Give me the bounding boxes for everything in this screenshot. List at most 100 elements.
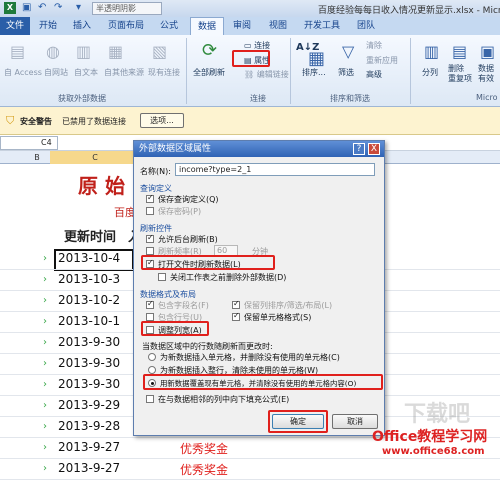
- help-button[interactable]: ?: [353, 143, 365, 155]
- insert-cells-label: 为新数据插入单元格，并删除没有使用的单元格(C): [160, 353, 340, 362]
- dialog-title: 外部数据区域属性: [134, 141, 384, 157]
- insert-cells-radio[interactable]: [148, 353, 156, 361]
- remove-duplicates-button[interactable]: 删除 重复项: [448, 64, 472, 84]
- date-cell[interactable]: 2013-10-3: [58, 272, 120, 286]
- award-cell[interactable]: 优秀奖金: [180, 440, 228, 457]
- fill-down-checkbox[interactable]: [146, 395, 154, 403]
- award-cell[interactable]: 优秀奖金: [180, 461, 228, 478]
- table-row: › 2013-9-27 优秀奖金: [0, 459, 500, 480]
- tab-home[interactable]: 开始: [32, 17, 64, 35]
- redo-icon[interactable]: ↷: [54, 2, 62, 13]
- close-button[interactable]: X: [368, 143, 380, 155]
- sort-button[interactable]: 排序...: [302, 67, 326, 78]
- from-text-button[interactable]: 自文本: [74, 67, 98, 78]
- date-cell[interactable]: 2013-10-1: [58, 314, 120, 328]
- from-access-button[interactable]: 自 Access: [4, 67, 42, 78]
- data-validation-icon: ▣: [480, 42, 496, 61]
- excel-logo-icon: X: [4, 2, 16, 14]
- edit-links-button[interactable]: ⛓ 编辑链接: [244, 69, 289, 80]
- date-cell[interactable]: 2013-9-30: [58, 356, 120, 370]
- save-query-checkbox[interactable]: [146, 193, 154, 203]
- tab-page-layout[interactable]: 页面布局: [102, 17, 150, 35]
- name-label: 名称(N):: [140, 167, 171, 176]
- group-divider: [186, 38, 187, 104]
- row-expand-icon[interactable]: ›: [43, 442, 47, 453]
- header-cell-update-time: 更新时间: [64, 230, 117, 245]
- properties-highlight: [232, 50, 270, 67]
- name-box[interactable]: C4: [0, 136, 58, 150]
- date-cell[interactable]: 2013-10-4: [58, 251, 120, 265]
- qat-combo[interactable]: 半透明阴影: [92, 2, 162, 15]
- tab-insert[interactable]: 插入: [66, 17, 98, 35]
- tab-formulas[interactable]: 公式: [152, 17, 186, 35]
- tab-file[interactable]: 文件: [0, 17, 30, 35]
- remove-data-checkbox[interactable]: [158, 273, 166, 281]
- security-options-button[interactable]: 选项...: [140, 113, 184, 128]
- date-cell[interactable]: 2013-9-27: [58, 461, 120, 475]
- field-names-checkbox[interactable]: [146, 299, 154, 309]
- clear-button[interactable]: 清除: [366, 40, 382, 51]
- save-password-checkbox[interactable]: [146, 207, 154, 215]
- web-icon: ◍: [46, 42, 60, 61]
- date-cell[interactable]: 2013-9-28: [58, 419, 120, 433]
- row-change-label: 当数据区域中的行数随刷新而更改时:: [142, 342, 273, 351]
- keep-sort-label: 保留列排序/筛选/布局(L): [244, 301, 333, 310]
- row-numbers-checkbox[interactable]: [146, 313, 154, 321]
- row-expand-icon[interactable]: ›: [43, 400, 47, 411]
- date-cell[interactable]: 2013-9-30: [58, 335, 120, 349]
- filter-button[interactable]: 筛选: [338, 67, 354, 78]
- keep-cell-format-checkbox[interactable]: [232, 311, 240, 321]
- date-cell[interactable]: 2013-9-27: [58, 440, 120, 454]
- group-label-connections: 连接: [250, 94, 266, 103]
- row-expand-icon[interactable]: ›: [43, 358, 47, 369]
- text-icon: ▥: [76, 42, 92, 61]
- from-web-button[interactable]: 自网站: [44, 67, 68, 78]
- refresh-frequency-checkbox[interactable]: [146, 247, 154, 255]
- edit-links-label: 编辑链接: [256, 70, 289, 79]
- advanced-button[interactable]: 高级: [366, 69, 382, 80]
- tab-data[interactable]: 数据: [190, 17, 224, 36]
- reapply-button[interactable]: 重新应用: [366, 55, 398, 66]
- undo-icon[interactable]: ↶: [38, 2, 46, 13]
- date-cell[interactable]: 2013-10-2: [58, 293, 120, 307]
- shield-icon: ⛉: [6, 114, 15, 127]
- save-password-label: 保存密码(P): [158, 207, 202, 216]
- row-expand-icon[interactable]: ›: [43, 337, 47, 348]
- date-cell[interactable]: 2013-9-30: [58, 377, 120, 391]
- keep-sort-checkbox[interactable]: [232, 299, 240, 309]
- security-message: 已禁用了数据连接: [62, 117, 126, 126]
- insert-rows-radio[interactable]: [148, 366, 156, 374]
- background-refresh-checkbox[interactable]: [146, 233, 154, 243]
- row-expand-icon[interactable]: ›: [43, 253, 47, 264]
- group-label-external: 获取外部数据: [58, 94, 106, 103]
- tab-review[interactable]: 审阅: [226, 17, 258, 35]
- name-field[interactable]: income?type=2_1: [175, 163, 375, 176]
- text-to-columns-button[interactable]: 分列: [422, 67, 438, 78]
- existing-conn-icon: ▧: [152, 42, 168, 61]
- row-expand-icon[interactable]: ›: [43, 463, 47, 474]
- group-divider: [290, 38, 291, 104]
- qat-customize-icon[interactable]: ▾: [76, 2, 81, 13]
- tab-view[interactable]: 视图: [262, 17, 294, 35]
- tab-team[interactable]: 团队: [350, 17, 382, 35]
- row-expand-icon[interactable]: ›: [43, 421, 47, 432]
- row-expand-icon[interactable]: ›: [43, 295, 47, 306]
- connections-icon: ▭: [244, 41, 255, 50]
- column-header-c[interactable]: C: [50, 151, 140, 164]
- save-icon[interactable]: ▣: [22, 2, 31, 13]
- existing-conn-button[interactable]: 现有连接: [148, 67, 180, 78]
- refresh-all-button[interactable]: 全部刷新: [193, 67, 225, 78]
- date-cell[interactable]: 2013-9-29: [58, 398, 120, 412]
- data-validation-button[interactable]: 数据 有效: [478, 64, 494, 84]
- adjust-width-highlight: [141, 321, 209, 336]
- tab-developer[interactable]: 开发工具: [298, 17, 346, 35]
- row-expand-icon[interactable]: ›: [43, 274, 47, 285]
- edit-links-icon: ⛓: [244, 70, 257, 79]
- remove-duplicates-icon: ▤: [452, 42, 468, 61]
- row-expand-icon[interactable]: ›: [43, 379, 47, 390]
- group-label-tools: Micro: [476, 93, 498, 102]
- column-header-b[interactable]: B: [24, 151, 50, 164]
- row-expand-icon[interactable]: ›: [43, 316, 47, 327]
- from-other-button[interactable]: 自其他来源: [104, 67, 144, 78]
- keep-cell-format-label: 保留单元格格式(S): [244, 313, 312, 322]
